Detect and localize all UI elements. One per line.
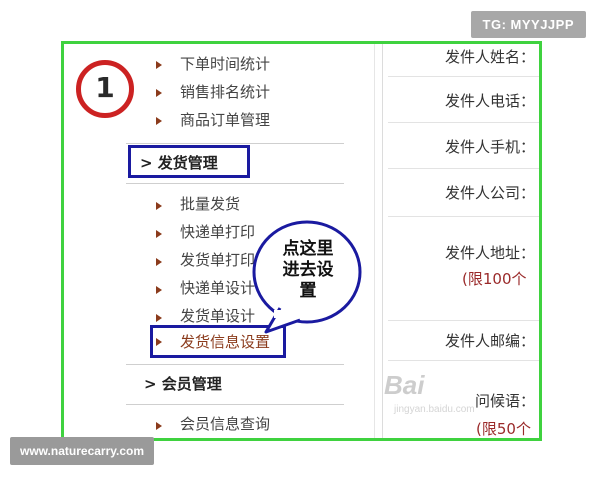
divider — [126, 143, 344, 144]
divider — [388, 360, 539, 361]
sidebar-item-order-management[interactable]: 商品订单管理 — [180, 110, 270, 130]
greeting-limit-note: (限50个 — [476, 420, 531, 438]
arrow-icon — [156, 314, 162, 322]
sidebar-item-invoice-print[interactable]: 发货单打印 — [180, 250, 255, 270]
sidebar-item-express-print[interactable]: 快递单打印 — [180, 222, 255, 242]
sidebar-item-sales-ranking[interactable]: 销售排名统计 — [180, 82, 270, 102]
divider — [388, 168, 539, 169]
sidebar-item-member-query[interactable]: 会员信息查询 — [180, 414, 270, 434]
sidebar-item-batch-ship[interactable]: 批量发货 — [180, 194, 240, 214]
divider — [126, 404, 344, 405]
screenshot-frame: 1 下单时间统计 销售排名统计 商品订单管理 > 发货管理 批量发货 快递单打印… — [61, 41, 542, 441]
callout-text-line3: 置 — [299, 281, 317, 301]
sender-mobile-label: 发件人手机： — [444, 138, 535, 156]
divider — [388, 122, 539, 123]
baidu-watermark-logo: Bai — [384, 370, 425, 400]
arrow-icon — [156, 258, 162, 266]
callout-bubble — [252, 220, 362, 334]
sender-phone-label: 发件人电话： — [444, 92, 535, 110]
divider — [126, 364, 344, 365]
arrow-icon — [156, 230, 162, 238]
arrow-icon — [156, 61, 162, 69]
arrow-icon — [156, 286, 162, 294]
arrow-icon — [156, 338, 162, 346]
section-header-shipping[interactable]: > 发货管理 — [140, 152, 218, 173]
arrow-icon — [156, 89, 162, 97]
divider — [126, 183, 344, 184]
arrow-icon — [156, 202, 162, 210]
baidu-watermark-url: jingyan.baidu.com — [394, 404, 475, 415]
callout-text-line1: 点这里 — [282, 239, 334, 259]
divider — [388, 76, 539, 77]
sender-name-label: 发件人姓名： — [444, 48, 535, 66]
sidebar-item-invoice-design[interactable]: 发货单设计 — [180, 306, 255, 326]
address-limit-note: (限100个 — [462, 270, 527, 288]
callout-text-line2: 进去设 — [282, 260, 334, 280]
sidebar-item-order-time-stats[interactable]: 下单时间统计 — [180, 54, 270, 74]
greeting-label: 问候语： — [474, 392, 535, 410]
arrow-icon — [156, 422, 162, 430]
sender-address-label: 发件人地址： — [444, 244, 535, 262]
divider — [388, 216, 539, 217]
divider — [374, 44, 375, 438]
section-header-members[interactable]: > 会员管理 — [144, 373, 222, 394]
sender-company-label: 发件人公司： — [444, 184, 535, 202]
bottom-tag: www.naturecarry.com — [10, 437, 155, 465]
divider — [382, 44, 383, 438]
sidebar-item-express-design[interactable]: 快递单设计 — [180, 278, 255, 298]
step-number-badge: 1 — [76, 60, 134, 118]
top-tag: TG: MYYJJPP — [470, 11, 586, 38]
sender-postcode-label: 发件人邮编： — [444, 332, 535, 350]
arrow-icon — [156, 117, 162, 125]
divider — [388, 320, 539, 321]
